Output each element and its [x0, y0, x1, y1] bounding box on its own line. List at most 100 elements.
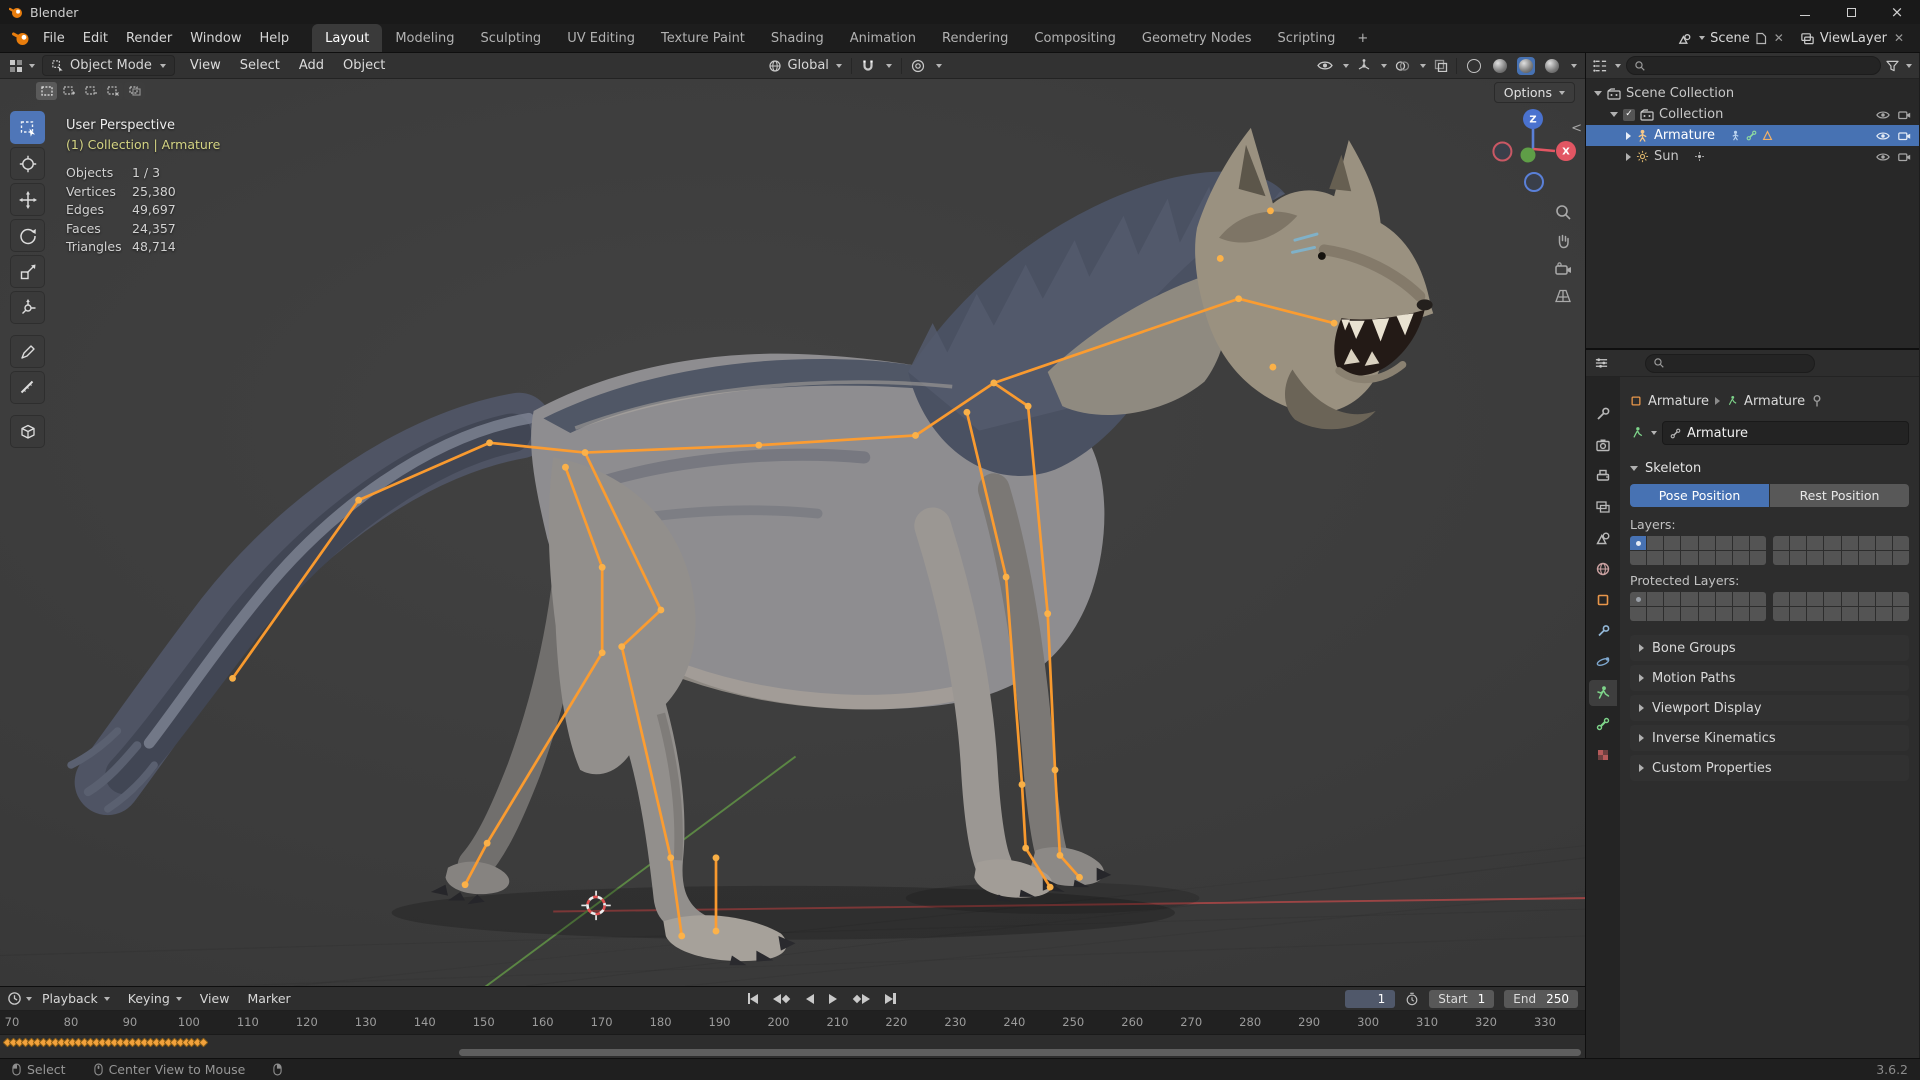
layer-cell[interactable] — [1892, 592, 1909, 606]
menu-edit[interactable]: Edit — [74, 28, 117, 49]
breadcrumb-object[interactable]: Armature — [1648, 394, 1709, 409]
workspace-tab-shading[interactable]: Shading — [758, 24, 837, 52]
unlink-view-layer-icon[interactable]: ✕ — [1892, 31, 1906, 45]
tool-measure[interactable] — [10, 371, 45, 404]
orientation-dropdown[interactable]: Global — [768, 58, 842, 73]
outliner-editor-chevron-icon[interactable] — [1615, 63, 1621, 68]
disable-render-camera-icon[interactable] — [1898, 110, 1911, 120]
unlink-scene-icon[interactable]: ✕ — [1772, 31, 1786, 45]
scene-selector[interactable]: Scene ✕ — [1677, 31, 1786, 46]
timeline-editor-icon[interactable] — [7, 991, 22, 1006]
workspace-tab-compositing[interactable]: Compositing — [1021, 24, 1129, 52]
expand-icon[interactable] — [1610, 112, 1618, 117]
shading-chevron-icon[interactable] — [1571, 63, 1577, 68]
proportional-edit-icon[interactable] — [911, 59, 925, 73]
layer-cell[interactable] — [1807, 551, 1824, 565]
visibility-eye-icon[interactable] — [1317, 60, 1333, 71]
new-scene-icon[interactable] — [1755, 32, 1767, 45]
pan-hand-icon[interactable] — [1554, 232, 1572, 250]
toggle-grid-icon[interactable] — [1554, 288, 1572, 304]
keyframe-track[interactable] — [0, 1035, 1585, 1058]
layer-cell[interactable] — [1875, 607, 1892, 621]
layer-cell[interactable] — [1790, 592, 1807, 606]
preview-range-clock-icon[interactable] — [1405, 992, 1419, 1006]
layer-cell[interactable] — [1790, 551, 1807, 565]
layer-cell[interactable] — [1698, 551, 1715, 565]
workspace-tab-texture-paint[interactable]: Texture Paint — [648, 24, 758, 52]
tool-select-box[interactable] — [10, 111, 45, 144]
gizmos-chevron-icon[interactable] — [1381, 63, 1387, 68]
tab-modifiers[interactable] — [1589, 618, 1617, 644]
proportional-chevron-icon[interactable] — [935, 63, 942, 68]
layer-cell[interactable] — [1841, 592, 1858, 606]
layer-cell[interactable] — [1858, 592, 1875, 606]
layer-cell[interactable] — [1732, 536, 1749, 550]
disable-render-camera-icon[interactable] — [1898, 131, 1911, 141]
shading-solid-button[interactable] — [1491, 57, 1509, 75]
layer-cell[interactable] — [1681, 592, 1698, 606]
protected-grid-right[interactable] — [1773, 592, 1909, 621]
timeline-menu-marker[interactable]: Marker — [239, 989, 298, 1008]
layer-cell[interactable] — [1698, 592, 1715, 606]
workspace-tab-rendering[interactable]: Rendering — [929, 24, 1021, 52]
menu-help[interactable]: Help — [251, 28, 299, 49]
layer-cell[interactable] — [1892, 551, 1909, 565]
current-frame-field[interactable]: 1 — [1345, 989, 1396, 1008]
workspace-tab-scripting[interactable]: Scripting — [1265, 24, 1349, 52]
layer-cell[interactable] — [1647, 592, 1664, 606]
visibility-chevron-icon[interactable] — [1343, 63, 1349, 68]
select-mode-invert-icon[interactable] — [102, 82, 123, 100]
workspace-tab-uv-editing[interactable]: UV Editing — [554, 24, 648, 52]
tool-move[interactable] — [10, 183, 45, 216]
breadcrumb-data[interactable]: Armature — [1744, 394, 1805, 409]
layer-cell[interactable] — [1630, 551, 1647, 565]
select-mode-new-icon[interactable] — [36, 82, 57, 100]
layer-cell[interactable] — [1715, 551, 1732, 565]
layer-cell[interactable] — [1892, 536, 1909, 550]
select-mode-subtract-icon[interactable] — [80, 82, 101, 100]
expand-icon[interactable] — [1626, 152, 1631, 161]
layer-cell[interactable] — [1749, 592, 1766, 606]
options-dropdown[interactable]: Options — [1493, 82, 1575, 103]
overlays-chevron-icon[interactable] — [1420, 63, 1426, 68]
tab-output[interactable] — [1589, 463, 1617, 489]
rest-position-button[interactable]: Rest Position — [1770, 484, 1909, 507]
layer-cell[interactable] — [1664, 536, 1681, 550]
viewport-menu-object[interactable]: Object — [335, 55, 393, 76]
view-layer-selector[interactable]: ViewLayer ✕ — [1800, 31, 1906, 46]
tool-rotate[interactable] — [10, 219, 45, 252]
layer-cell[interactable] — [1790, 607, 1807, 621]
layers-grid-right[interactable] — [1773, 536, 1909, 565]
editor-type-chevron-icon[interactable] — [29, 63, 35, 68]
menu-window[interactable]: Window — [181, 28, 250, 49]
tool-transform[interactable] — [10, 291, 45, 324]
layer-cell[interactable] — [1841, 607, 1858, 621]
layer-cell[interactable] — [1773, 607, 1790, 621]
tab-scene[interactable] — [1589, 525, 1617, 551]
tool-scale[interactable] — [10, 255, 45, 288]
expand-icon[interactable] — [1594, 91, 1602, 96]
end-frame-field[interactable]: End 250 — [1504, 989, 1578, 1008]
timeline-scrollbar[interactable] — [459, 1049, 1581, 1056]
layer-cell[interactable] — [1824, 592, 1841, 606]
layer-cell[interactable] — [1807, 536, 1824, 550]
outliner-search-input[interactable] — [1626, 56, 1881, 75]
tab-tool[interactable] — [1589, 401, 1617, 427]
layer-cell[interactable] — [1790, 536, 1807, 550]
hide-eye-icon[interactable] — [1876, 131, 1890, 141]
layer-cell[interactable] — [1841, 536, 1858, 550]
pose-position-button[interactable]: Pose Position — [1630, 484, 1769, 507]
protected-grid-left[interactable] — [1630, 592, 1766, 621]
zoom-icon[interactable] — [1554, 203, 1572, 221]
skeleton-panel-header[interactable]: Skeleton — [1630, 455, 1909, 481]
layer-cell[interactable] — [1647, 551, 1664, 565]
layer-cell[interactable] — [1715, 607, 1732, 621]
close-button[interactable]: × — [1874, 0, 1920, 24]
filter-funnel-icon[interactable] — [1886, 60, 1899, 72]
workspace-tab-geometry-nodes[interactable]: Geometry Nodes — [1129, 24, 1265, 52]
camera-view-icon[interactable] — [1554, 261, 1572, 277]
hide-eye-icon[interactable] — [1876, 110, 1890, 120]
data-type-icon[interactable] — [1630, 426, 1644, 440]
tool-annotate[interactable] — [10, 335, 45, 368]
layer-cell[interactable] — [1664, 551, 1681, 565]
